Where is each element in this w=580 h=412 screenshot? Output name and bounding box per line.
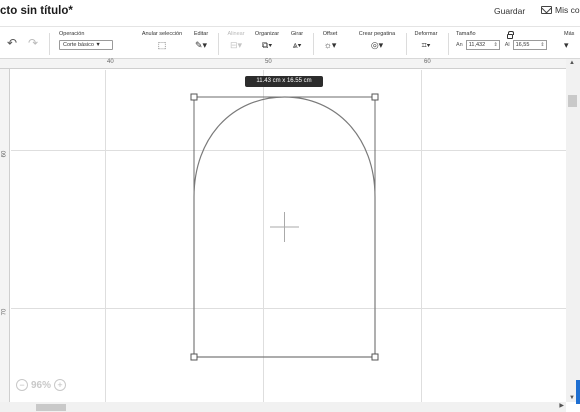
align-icon: ⊟▾ — [229, 40, 243, 50]
chevron-down-icon: ▾ — [564, 40, 569, 50]
spin-icon[interactable]: ⇕ — [494, 41, 498, 49]
warp-label: Deformar — [414, 31, 438, 37]
deselect-icon: ⬚ — [157, 40, 167, 50]
toolbar-divider — [448, 33, 449, 55]
ruler-tick-label: 50 — [265, 59, 272, 65]
resize-handle[interactable] — [371, 93, 379, 101]
edit-label: Editar — [193, 31, 209, 37]
sticker-label: Crear pegatina — [358, 31, 396, 37]
my-projects-label: Mis co — [555, 5, 580, 15]
project-title[interactable]: cto sin título* — [0, 5, 73, 17]
resize-handle[interactable] — [190, 353, 198, 361]
more-label: Más — [564, 31, 575, 37]
ruler-vertical: 60 70 — [0, 69, 10, 412]
rotate-label: Girar — [290, 31, 304, 37]
height-value: 16,55 — [515, 42, 530, 48]
height-input[interactable]: 16,55 ⇕ — [512, 40, 547, 50]
operation-select[interactable]: Corte básico ▼ — [59, 40, 113, 50]
resize-handle[interactable] — [190, 93, 198, 101]
deselect-button[interactable]: Anular selección ⬚ — [139, 31, 185, 50]
vertical-scrollbar[interactable]: ▲ ▼ — [566, 59, 580, 402]
scroll-right-icon[interactable]: ▶ — [559, 402, 564, 409]
redo-icon[interactable]: ↷ — [28, 36, 38, 50]
width-input[interactable]: 11,432 ⇕ — [465, 40, 500, 50]
scroll-up-icon[interactable]: ▲ — [569, 60, 575, 66]
align-label: Alinear — [227, 31, 245, 37]
sticker-icon: ◎▾ — [370, 40, 384, 50]
zoom-in-icon[interactable]: + — [54, 379, 67, 391]
flip-icon: ⩓▾ — [292, 40, 302, 50]
ruler-tick-label: 60 — [1, 150, 8, 158]
design-space: cto sin título* Guardar Mis co ↶ ↷ Opera… — [0, 0, 580, 412]
more-button[interactable]: Más ▾ — [564, 31, 580, 50]
my-projects-button[interactable]: Mis co — [541, 5, 580, 15]
canvas-area[interactable] — [11, 70, 566, 402]
operation-group: Operación Corte básico ▼ — [59, 31, 113, 50]
ruler-horizontal: 40 50 60 — [0, 59, 580, 69]
side-panel-tab[interactable] — [576, 380, 580, 404]
app-header: cto sin título* Guardar Mis co — [0, 0, 580, 26]
layers-icon: ⧉▾ — [261, 40, 273, 50]
offset-icon: ☼▾ — [323, 40, 337, 50]
width-value: 11,432 — [468, 42, 486, 48]
scroll-thumb[interactable] — [568, 95, 577, 107]
rotate-button[interactable]: Girar ⩓▾ — [288, 31, 306, 50]
zoom-value: 96% — [31, 379, 52, 391]
warp-button[interactable]: Deformar ⌗▾ — [412, 31, 440, 50]
zoom-out-icon[interactable]: − — [16, 379, 28, 391]
pen-icon: ✎▾ — [194, 40, 208, 50]
scroll-down-icon[interactable]: ▼ — [569, 395, 575, 401]
width-label: An — [456, 42, 463, 48]
save-button[interactable]: Guardar — [494, 6, 525, 16]
toolbar-divider — [313, 33, 314, 55]
undo-icon[interactable]: ↶ — [7, 36, 17, 50]
deselect-label: Anular selección — [141, 31, 183, 37]
spin-icon[interactable]: ⇕ — [540, 41, 544, 49]
edit-button[interactable]: Editar ✎▾ — [192, 31, 210, 50]
toolbar-divider — [406, 33, 407, 55]
mail-icon — [541, 6, 552, 14]
lock-icon[interactable] — [507, 31, 514, 39]
edit-toolbar: ↶ ↷ Operación Corte básico ▼ Anular sele… — [0, 26, 580, 59]
selected-shape[interactable] — [11, 70, 566, 402]
organize-label: Organizar — [254, 31, 280, 37]
zoom-control: − 96% + — [16, 379, 67, 391]
ruler-tick-label: 40 — [107, 59, 114, 65]
operation-label: Operación — [59, 31, 85, 37]
ruler-tick-label: 60 — [424, 59, 431, 65]
scroll-thumb[interactable] — [36, 404, 66, 411]
warp-icon: ⌗▾ — [421, 40, 431, 50]
height-label: Al — [504, 42, 510, 48]
toolbar-divider — [218, 33, 219, 55]
ruler-tick-label: 70 — [1, 308, 8, 316]
offset-button[interactable]: Offset ☼▾ — [320, 31, 340, 50]
size-label: Tamaño — [456, 31, 476, 37]
dimension-tooltip: 11.43 cm x 16.55 cm — [245, 76, 323, 87]
size-group: Tamaño An 11,432 ⇕ Al 16,55 ⇕ — [456, 31, 547, 50]
toolbar-divider — [49, 33, 50, 55]
resize-handle[interactable] — [371, 353, 379, 361]
offset-label: Offset — [322, 31, 338, 37]
horizontal-scrollbar[interactable]: ▶ — [0, 402, 566, 412]
organize-button[interactable]: Organizar ⧉▾ — [253, 31, 281, 50]
sticker-button[interactable]: Crear pegatina ◎▾ — [355, 31, 399, 50]
align-button[interactable]: Alinear ⊟▾ — [226, 31, 246, 50]
